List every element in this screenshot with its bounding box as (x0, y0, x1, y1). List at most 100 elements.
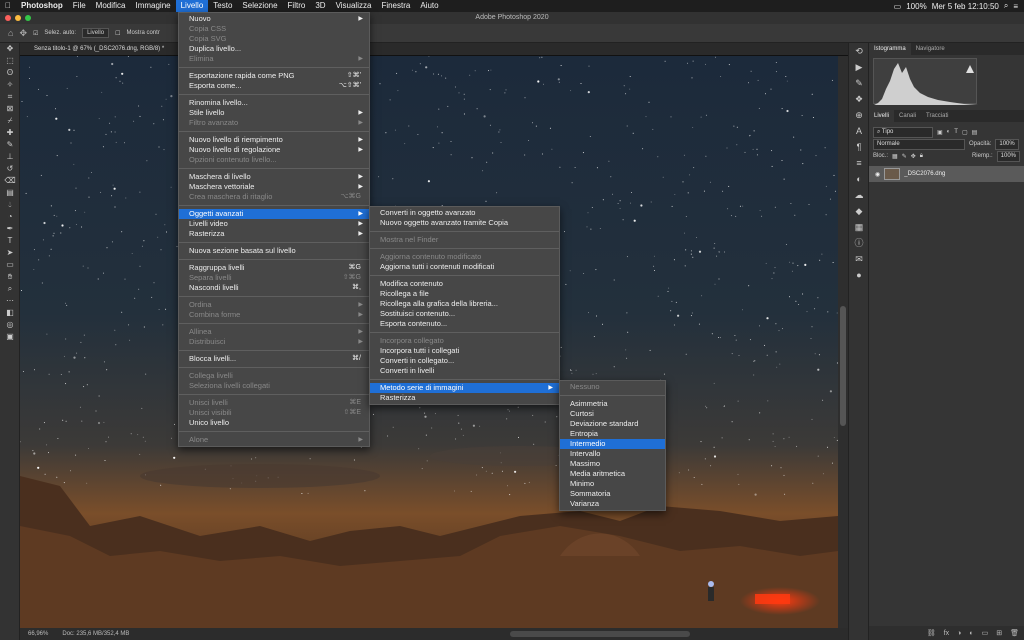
history-brush-tool-icon[interactable]: ↺ (0, 163, 20, 175)
menu-item-rasterizza[interactable]: Rasterizza ▶ (179, 229, 369, 239)
menu-item-converti-in-collegato[interactable]: Converti in collegato... (370, 356, 559, 366)
menu-item-metodo-serie-di-immagini[interactable]: Metodo serie di immagini ▶ (370, 383, 559, 393)
menu-selezione[interactable]: Selezione (237, 0, 282, 12)
menu-filtro[interactable]: Filtro (283, 0, 311, 12)
menu-item-maschera-vettoriale[interactable]: Maschera vettoriale ▶ (179, 182, 369, 192)
menu-item-esportazione-rapida-come-png[interactable]: Esportazione rapida come PNG ⇧⌘' (179, 71, 369, 81)
menu-item-nuova-sezione-basata-sul-livello[interactable]: Nuova sezione basata sul livello (179, 246, 369, 256)
crop-tool-icon[interactable]: ⌗ (0, 91, 20, 103)
quick-mask-tool-icon[interactable]: ◎ (0, 319, 20, 331)
menu-item-aggiorna-tutti-i-contenuti-modificati[interactable]: Aggiorna tutti i contenuti modificati (370, 262, 559, 272)
blend-mode-select[interactable]: Normale (873, 138, 965, 150)
swatches-panel-icon[interactable]: ▦ (849, 219, 869, 235)
lock-all-icon[interactable]: 🔒︎ (920, 153, 923, 160)
hand-tool-icon[interactable]: ✋︎ (0, 271, 20, 283)
new-group-icon[interactable]: ▭ (982, 629, 989, 637)
tab-layers[interactable]: Livelli (869, 110, 895, 122)
warning-triangle-icon[interactable] (966, 65, 974, 73)
screen-mode-tool-icon[interactable]: ▣ (0, 331, 20, 343)
search-icon[interactable]: ⌕ (1004, 1, 1008, 11)
menu-item-nuovo-livello-di-regolazione[interactable]: Nuovo livello di regolazione ▶ (179, 145, 369, 155)
menu-finestra[interactable]: Finestra (376, 0, 415, 12)
apple-icon[interactable]:  (0, 0, 16, 12)
adjustments-panel-icon[interactable]: ◐ (849, 171, 869, 187)
brush-tool-icon[interactable]: ✎ (0, 139, 20, 151)
zoom-tool-icon[interactable]: ⌕ (0, 283, 20, 295)
filter-shape-icon[interactable]: ▢ (962, 129, 968, 136)
add-mask-icon[interactable]: ◑ (957, 630, 961, 637)
menu-livello[interactable]: Livello (175, 0, 209, 12)
control-center-icon[interactable]: ≡ (1013, 2, 1018, 11)
menu-item-nascondi-livelli[interactable]: Nascondi livelli ⌘, (179, 283, 369, 293)
colors-tool-icon[interactable]: ◧ (0, 307, 20, 319)
home-icon[interactable]: ⌂ (8, 28, 13, 38)
stamp-tool-icon[interactable]: ⊥ (0, 151, 20, 163)
lock-pixels-icon[interactable]: ▦ (892, 153, 898, 160)
libraries-panel-icon[interactable]: ☁ (849, 187, 869, 203)
tab-histogram[interactable]: Istogramma (869, 43, 911, 55)
menu-item-oggetti-avanzati[interactable]: Oggetti avanzati ▶ (179, 209, 369, 219)
trash-icon[interactable]: 🗑︎ (1010, 629, 1019, 637)
fx-icon[interactable]: fx (944, 630, 949, 637)
close-window-icon[interactable] (5, 15, 11, 21)
filter-adjust-icon[interactable]: ◐ (947, 129, 951, 135)
move-tool-icon[interactable]: ✥ (0, 43, 20, 55)
quick-select-tool-icon[interactable]: ✧ (0, 79, 20, 91)
eraser-tool-icon[interactable]: ⌫ (0, 175, 20, 187)
menu-item-rasterizza[interactable]: Rasterizza (370, 393, 559, 403)
document-size[interactable]: Doc: 235,6 MB/352,4 MB (62, 628, 129, 640)
eyedropper-tool-icon[interactable]: ⌿ (0, 115, 20, 127)
gradient-tool-icon[interactable]: ▤ (0, 187, 20, 199)
menu-item-incorpora-tutti-i-collegati[interactable]: Incorpora tutti i collegati (370, 346, 559, 356)
history-panel-icon[interactable]: ⟲ (849, 43, 869, 59)
move-tool-icon[interactable]: ✥ (19, 28, 27, 39)
blur-tool-icon[interactable]: 💧︎ (0, 199, 20, 211)
layer-row[interactable]: ◉ _DSC2076.dng (869, 166, 1024, 182)
menu-item-nuovo[interactable]: Nuovo ▶ (179, 14, 369, 24)
menu-item-massimo[interactable]: Massimo (560, 459, 665, 469)
frame-tool-icon[interactable]: ⊠ (0, 103, 20, 115)
vertical-scroll-thumb[interactable] (840, 306, 846, 426)
menu-item-nuovo-livello-di-riempimento[interactable]: Nuovo livello di riempimento ▶ (179, 135, 369, 145)
menu-item-deviazione-standard[interactable]: Deviazione standard (560, 419, 665, 429)
actions-panel-icon[interactable]: ▶ (849, 59, 869, 75)
link-layers-icon[interactable]: ⛓ (927, 629, 936, 637)
paragraph-panel-icon[interactable]: ¶ (849, 139, 869, 155)
auto-select-checkbox[interactable]: ☑ (33, 30, 38, 37)
menu-item-converti-in-oggetto-avanzato[interactable]: Converti in oggetto avanzato (370, 208, 559, 218)
brushes-panel-icon[interactable]: ❖ (849, 91, 869, 107)
filter-type-icon[interactable]: T (954, 129, 958, 135)
menu-item-duplica-livello[interactable]: Duplica livello... (179, 44, 369, 54)
app-menu[interactable]: Photoshop (16, 0, 68, 12)
tab-navigator[interactable]: Navigatore (911, 43, 950, 55)
more-tool-icon[interactable]: ⋯ (0, 295, 20, 307)
lock-move-icon[interactable]: ✥ (911, 153, 916, 160)
fill-input[interactable]: 100% (996, 150, 1020, 162)
type-tool-icon[interactable]: T (0, 235, 20, 247)
menu-item-esporta-contenuto[interactable]: Esporta contenuto... (370, 319, 559, 329)
marquee-tool-icon[interactable]: ⬚ (0, 55, 20, 67)
zoom-level[interactable]: 66,96% (28, 628, 48, 640)
clock[interactable]: Mer 5 feb 12:10:50 (932, 2, 999, 11)
character-panel-icon[interactable]: A (849, 123, 869, 139)
menu-item-entropia[interactable]: Entropia (560, 429, 665, 439)
show-controls-checkbox[interactable]: ☐ (115, 30, 120, 37)
menu-item-converti-in-livelli[interactable]: Converti in livelli (370, 366, 559, 376)
menu-item-raggruppa-livelli[interactable]: Raggruppa livelli ⌘G (179, 263, 369, 273)
battery-icon[interactable]: ▭ (894, 2, 902, 11)
visibility-eye-icon[interactable]: ◉ (875, 171, 880, 178)
dodge-tool-icon[interactable]: ◔ (0, 211, 20, 223)
opacity-input[interactable]: 100% (995, 138, 1019, 150)
brush-settings-panel-icon[interactable]: ✎ (849, 75, 869, 91)
menu-item-blocca-livelli[interactable]: Blocca livelli... ⌘/ (179, 354, 369, 364)
color-panel-icon[interactable]: ● (849, 267, 869, 283)
horizontal-scrollbar[interactable] (510, 631, 690, 637)
layer-name[interactable]: _DSC2076.dng (904, 171, 945, 177)
menu-item-ricollega-a-file[interactable]: Ricollega a file (370, 289, 559, 299)
menu-immagine[interactable]: Immagine (130, 0, 175, 12)
menu-item-esporta-come[interactable]: Esporta come... ⌥⇧⌘' (179, 81, 369, 91)
filter-smart-icon[interactable]: ▤ (972, 129, 978, 136)
clone-source-panel-icon[interactable]: ⊕ (849, 107, 869, 123)
menu-item-nuovo-oggetto-avanzato-tramite-copia[interactable]: Nuovo oggetto avanzato tramite Copia (370, 218, 559, 228)
zoom-window-icon[interactable] (25, 15, 31, 21)
